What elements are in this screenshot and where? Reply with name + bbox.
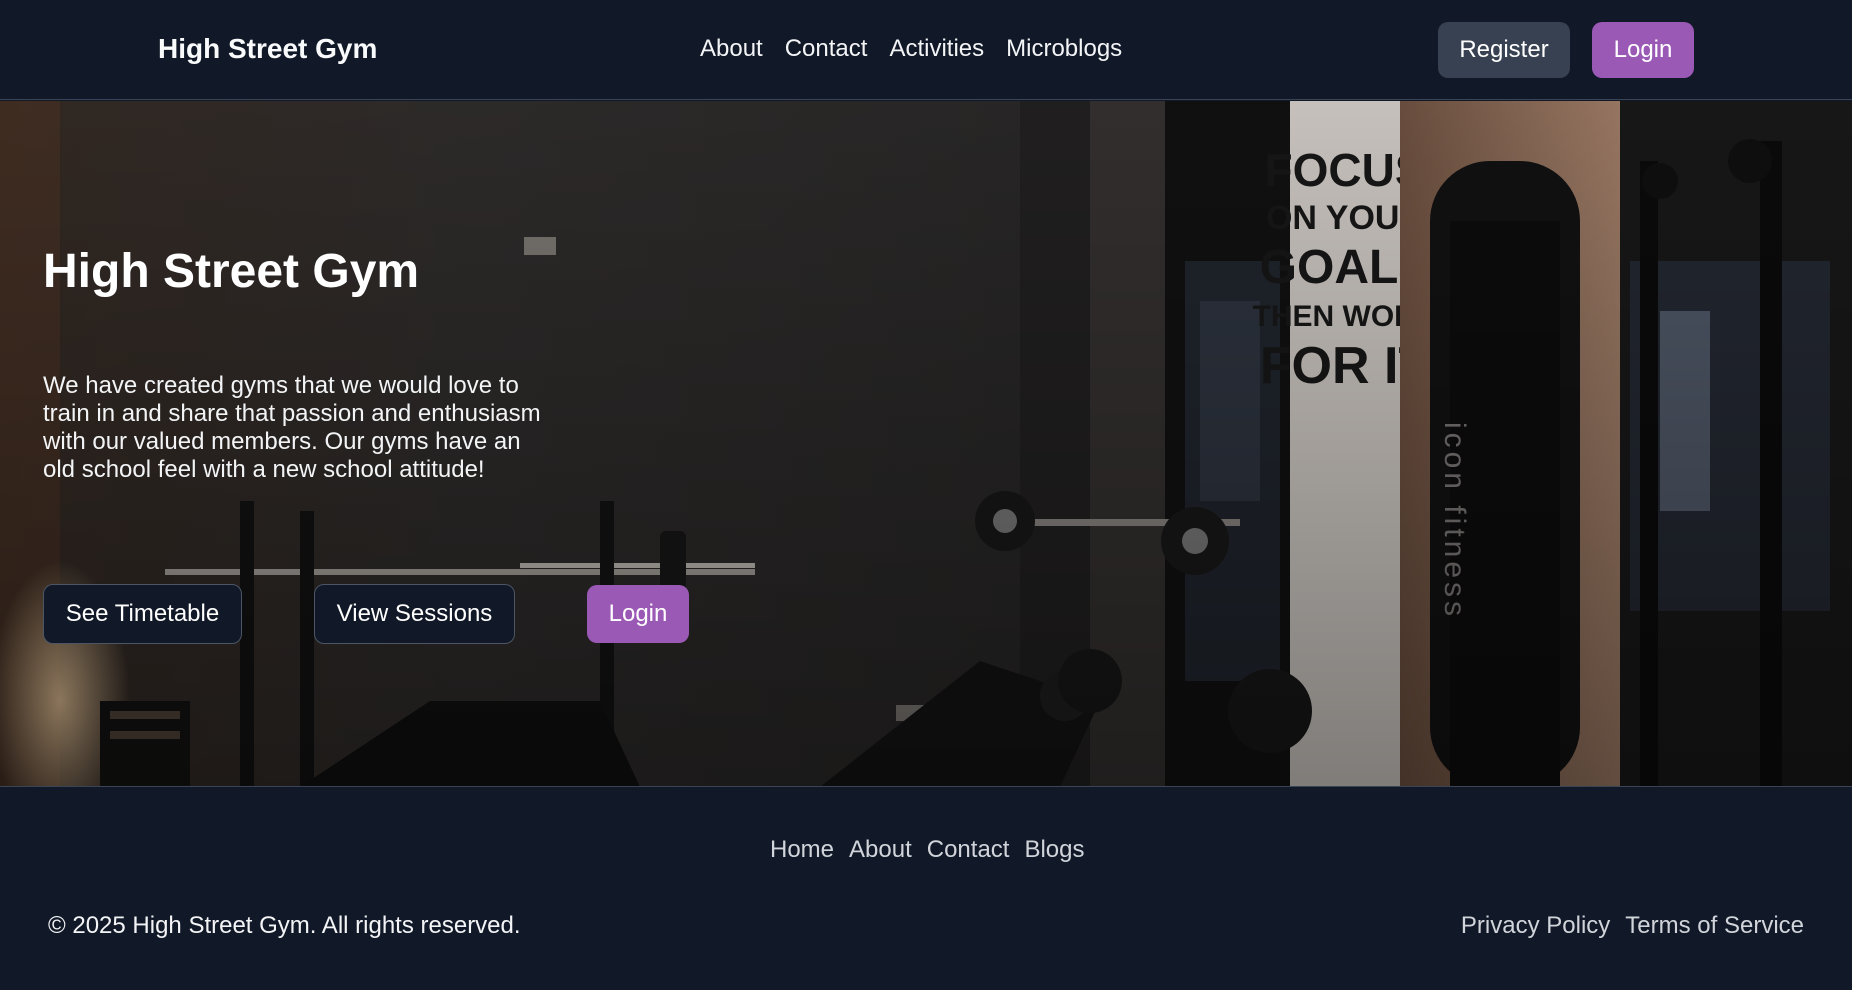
view-sessions-button[interactable]: View Sessions [314,584,515,644]
top-navbar: High Street Gym About Contact Activities… [0,0,1852,100]
nav-link-contact[interactable]: Contact [785,35,868,63]
hero-section: FOCUS ON YOUR GOALS THEN WORK FOR IT ico… [0,101,1852,787]
hero-login-button[interactable]: Login [587,585,689,643]
terms-of-service-link[interactable]: Terms of Service [1625,912,1804,940]
main-nav: About Contact Activities Microblogs [700,35,1122,63]
footer-link-about[interactable]: About [849,836,912,864]
nav-link-microblogs[interactable]: Microblogs [1006,35,1122,63]
privacy-policy-link[interactable]: Privacy Policy [1461,912,1610,940]
footer-link-blogs[interactable]: Blogs [1024,836,1084,864]
site-footer: Home About Contact Blogs © 2025 High Str… [0,788,1852,990]
brand-logo-text[interactable]: High Street Gym [158,33,377,65]
nav-link-about[interactable]: About [700,35,763,63]
footer-nav: Home About Contact Blogs [770,836,1085,864]
hero-title: High Street Gym [43,245,420,298]
hero-description: We have created gyms that we would love … [43,372,541,483]
nav-link-activities[interactable]: Activities [889,35,984,63]
login-button[interactable]: Login [1592,22,1694,78]
copyright-text: © 2025 High Street Gym. All rights reser… [48,912,521,939]
see-timetable-button[interactable]: See Timetable [43,584,242,644]
legal-links: Privacy Policy Terms of Service [1461,912,1804,940]
register-button[interactable]: Register [1438,22,1570,78]
footer-link-home[interactable]: Home [770,836,834,864]
footer-link-contact[interactable]: Contact [927,836,1010,864]
